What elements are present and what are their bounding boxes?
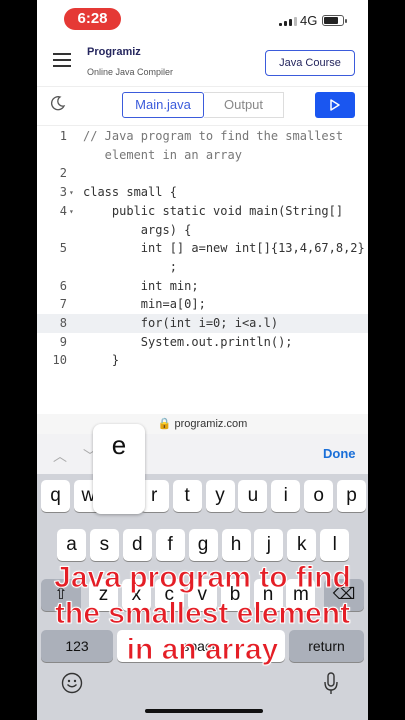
code-text: public static void main(String[] bbox=[83, 203, 344, 218]
code-line[interactable]: 2 bbox=[37, 164, 368, 183]
line-number: 3 bbox=[59, 185, 67, 200]
code-line[interactable]: 7 min=a[0]; bbox=[37, 295, 368, 314]
caption-line-2: the smallest element bbox=[54, 597, 351, 631]
code-line[interactable]: ; bbox=[37, 258, 368, 277]
keyboard-accessory-bar: ︿ ﹀ Done bbox=[37, 434, 368, 474]
key-y[interactable]: y bbox=[205, 480, 235, 512]
code-text: System.out.println(); bbox=[83, 334, 293, 349]
code-line[interactable]: element in an array bbox=[37, 146, 368, 165]
code-text: int [] a=new int[]{13,4,67,8,2} bbox=[83, 241, 365, 256]
line-number: 7 bbox=[59, 297, 67, 312]
caption-line-1: Java program to find bbox=[54, 561, 352, 595]
line-number: 6 bbox=[59, 278, 67, 293]
lock-icon: 🔒 bbox=[157, 418, 175, 430]
network-type: 4G bbox=[300, 13, 318, 28]
editor-toolbar: Main.java Output bbox=[37, 86, 368, 126]
code-text: } bbox=[83, 353, 120, 368]
microphone-icon[interactable] bbox=[323, 672, 339, 696]
fold-arrow-icon[interactable]: ▾ bbox=[69, 202, 74, 221]
chevron-up-icon[interactable]: ︿ bbox=[53, 446, 67, 466]
battery-icon bbox=[322, 15, 347, 26]
status-bar: 6:28 4G bbox=[37, 0, 368, 40]
code-line[interactable]: 5 int [] a=new int[]{13,4,67,8,2} bbox=[37, 239, 368, 258]
key-popup-e: e bbox=[93, 424, 145, 514]
key-o[interactable]: o bbox=[304, 480, 334, 512]
url-bar[interactable]: 🔒 programiz.com bbox=[37, 414, 368, 434]
code-text: ; bbox=[83, 259, 177, 274]
line-number: 9 bbox=[59, 334, 67, 349]
emoji-icon[interactable] bbox=[61, 672, 83, 694]
code-text: element in an array bbox=[83, 147, 242, 162]
key-a[interactable]: a bbox=[57, 529, 86, 561]
video-caption: Java program to find the smallest elemen… bbox=[0, 560, 405, 668]
key-d[interactable]: d bbox=[122, 529, 152, 561]
code-line[interactable]: 6 int min; bbox=[37, 277, 368, 296]
key-h[interactable]: h bbox=[221, 529, 251, 561]
signal-icon bbox=[279, 16, 299, 26]
line-number: 5 bbox=[59, 241, 67, 256]
run-button[interactable] bbox=[315, 92, 355, 118]
code-line[interactable]: 10 } bbox=[37, 351, 368, 370]
line-number: 1 bbox=[59, 129, 67, 143]
url-text: programiz.com bbox=[174, 418, 248, 430]
done-button[interactable]: Done bbox=[323, 446, 356, 461]
key-p[interactable]: p bbox=[337, 480, 367, 512]
key-l[interactable]: l bbox=[320, 529, 350, 561]
key-g[interactable]: g bbox=[188, 529, 218, 561]
line-number: 8 bbox=[59, 316, 67, 330]
key-i[interactable]: i bbox=[271, 480, 301, 512]
key-s[interactable]: s bbox=[89, 529, 119, 561]
site-header: Programiz Online Java Compiler Java Cour… bbox=[37, 40, 368, 86]
code-text: int min; bbox=[83, 278, 199, 293]
status-time: 6:28 bbox=[64, 8, 121, 30]
code-line[interactable]: args) { bbox=[37, 221, 368, 240]
caption-line-3: in an array bbox=[126, 633, 279, 667]
key-j[interactable]: j bbox=[254, 529, 284, 561]
key-u[interactable]: u bbox=[238, 480, 268, 512]
code-text: min=a[0]; bbox=[83, 297, 206, 312]
line-number: 4 bbox=[59, 203, 67, 218]
code-text: args) { bbox=[83, 222, 192, 237]
code-text: class small { bbox=[83, 185, 177, 200]
key-t[interactable]: t bbox=[172, 480, 202, 512]
menu-icon[interactable] bbox=[53, 53, 71, 67]
key-f[interactable]: f bbox=[155, 529, 185, 561]
java-course-button[interactable]: Java Course bbox=[265, 50, 355, 76]
code-line[interactable]: 8 for(int i=0; i<a.l) bbox=[37, 314, 368, 333]
page-subtitle: Online Java Compiler bbox=[87, 67, 174, 77]
code-text: // Java program to find the smallest bbox=[83, 129, 344, 143]
line-number: 10 bbox=[52, 353, 67, 368]
code-line[interactable]: 3 ▾ class small { bbox=[37, 183, 368, 202]
fold-arrow-icon[interactable]: ▾ bbox=[69, 183, 74, 202]
line-number: 2 bbox=[59, 166, 67, 181]
code-editor[interactable]: 1 // Java program to find the smallest el… bbox=[37, 126, 368, 416]
code-line[interactable]: 9 System.out.println(); bbox=[37, 333, 368, 352]
home-indicator bbox=[145, 709, 263, 713]
key-q[interactable]: q bbox=[41, 480, 70, 512]
dark-mode-icon[interactable] bbox=[50, 95, 66, 111]
code-text: for(int i=0; i<a.l) bbox=[83, 316, 279, 330]
key-k[interactable]: k bbox=[287, 529, 317, 561]
play-icon bbox=[330, 99, 340, 111]
programiz-logo[interactable]: Programiz bbox=[87, 46, 141, 58]
code-line[interactable]: 1 // Java program to find the smallest bbox=[37, 127, 368, 146]
code-line[interactable]: 4 ▾ public static void main(String[] bbox=[37, 202, 368, 221]
tab-output[interactable]: Output bbox=[204, 92, 284, 118]
tab-main-java[interactable]: Main.java bbox=[122, 92, 204, 118]
